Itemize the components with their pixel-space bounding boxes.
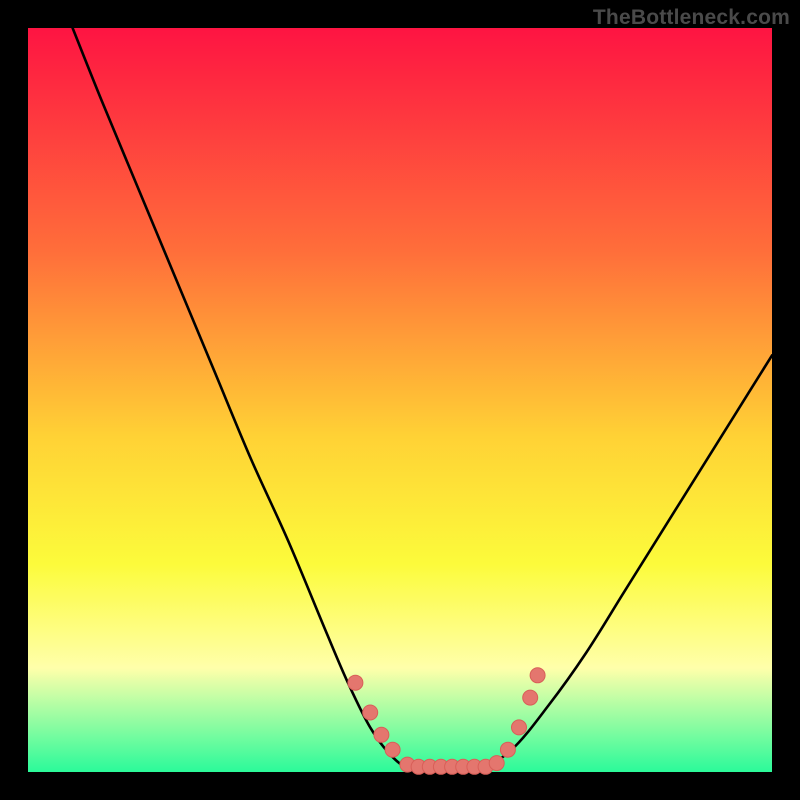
plot-background [28,28,772,772]
watermark-text: TheBottleneck.com [593,6,790,30]
marker-dot [363,705,378,720]
chart-frame: TheBottleneck.com [0,0,800,800]
marker-dot [530,668,545,683]
marker-dot [374,727,389,742]
marker-dot [500,742,515,757]
marker-dot [489,756,504,771]
bottleneck-chart [0,0,800,800]
marker-dot [385,742,400,757]
marker-dot [523,690,538,705]
marker-dot [512,720,527,735]
marker-dot [348,675,363,690]
